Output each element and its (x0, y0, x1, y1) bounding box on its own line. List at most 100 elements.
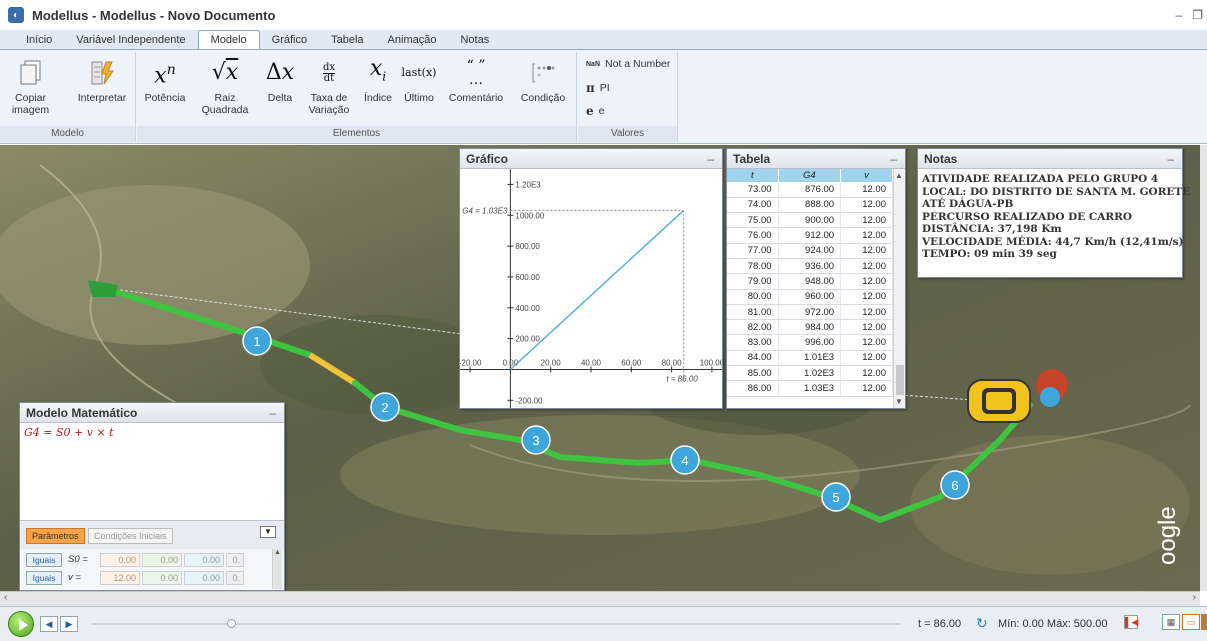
table-row[interactable]: 78.00 936.00 12.00 (727, 258, 893, 275)
tab-notas[interactable]: Notas (448, 31, 501, 49)
tab-modelo[interactable]: Modelo (197, 30, 260, 49)
route-marker-2: 2 (370, 392, 400, 422)
table-row[interactable]: 82.00 984.00 12.00 (727, 319, 893, 336)
minimize-icon[interactable]: – (707, 149, 714, 169)
tab-tabela[interactable]: Tabela (319, 31, 375, 49)
condition-button[interactable]: Condição (515, 54, 571, 104)
group-label-elementos: Elementos (137, 126, 576, 142)
dropdown-icon[interactable]: ▼ (260, 526, 276, 538)
time-readout: t = 86.00 (918, 618, 962, 630)
parameter-value-field[interactable]: 0. (226, 571, 244, 585)
table-cell: 84.00 (727, 350, 779, 367)
equal-button[interactable]: Iguais (26, 571, 62, 585)
scroll-up-icon[interactable]: ▲ (895, 171, 903, 180)
parameter-value-field[interactable]: 0.00 (100, 553, 140, 567)
panel-icon[interactable] (1201, 614, 1207, 630)
parameter-value-field[interactable]: 12.00 (100, 571, 140, 585)
tab-animacao[interactable]: Animação (376, 31, 449, 49)
refresh-icon[interactable]: ↻ (976, 615, 988, 632)
workspace-vertical-scrollbar[interactable] (1200, 145, 1207, 591)
index-button[interactable]: xi Índice (359, 54, 397, 104)
index-icon: xi (369, 56, 387, 84)
tab-inicio[interactable]: Início (14, 31, 64, 49)
layout-icon[interactable]: ▦ (1162, 614, 1180, 630)
table-row[interactable]: 79.00 948.00 12.00 (727, 273, 893, 290)
x-tick-label: -20.00 (460, 358, 482, 367)
minimize-icon[interactable]: – (1176, 8, 1183, 22)
table-row[interactable]: 80.00 960.00 12.00 (727, 289, 893, 305)
svg-text:6: 6 (951, 478, 958, 493)
interpret-button[interactable]: Interpretar (75, 54, 129, 104)
power-button[interactable]: xn Potência (143, 54, 187, 104)
step-back-button[interactable]: ◀ (40, 616, 58, 632)
notes-text[interactable]: ATIVIDADE REALIZADA PELO GRUPO 4 LOCAL: … (918, 169, 1190, 265)
table-cell: 912.00 (778, 227, 842, 244)
not-a-number-button[interactable]: NaN Not a Number (586, 58, 670, 70)
table-row[interactable]: 81.00 972.00 12.00 (727, 304, 893, 321)
square-root-button[interactable]: √ x Raiz Quadrada (197, 54, 253, 117)
tab-parametros[interactable]: Parâmetros (26, 528, 85, 544)
table-row[interactable]: 75.00 900.00 12.00 (727, 212, 893, 229)
minimize-icon[interactable]: – (1167, 149, 1174, 169)
minimize-icon[interactable]: – (269, 403, 276, 423)
e-button[interactable]: e e (586, 104, 604, 118)
window-icon[interactable]: ▭ (1182, 614, 1200, 630)
parameter-rows: Iguais S0 = 0.00 0.00 0.00 0. Iguais v = 12.00 0.… (20, 549, 284, 589)
app-icon: ◐ (8, 7, 24, 23)
last-button[interactable]: last(x) Último (399, 54, 439, 105)
workspace-horizontal-scrollbar[interactable]: ‹ › (0, 591, 1200, 606)
minimize-icon[interactable]: – (890, 149, 897, 169)
table-cell: 1.03E3 (778, 380, 842, 397)
modelo-header[interactable]: Modelo Matemático – (20, 403, 284, 423)
graph-canvas[interactable]: -20.00 0.00 20.00 40.00 60.00 80.00 100.00 -200… (459, 169, 725, 408)
workspace: 1 2 3 4 5 6 oogle Gráfico – -20.00 0.00 20.… (0, 145, 1200, 591)
pi-button[interactable]: π PI (586, 81, 610, 95)
table-row[interactable]: 86.00 1.03E3 12.00 (727, 380, 893, 397)
table-row[interactable]: 76.00 912.00 12.00 (727, 227, 893, 244)
time-slider-thumb[interactable] (226, 619, 236, 628)
table-row[interactable]: 73.00 876.00 12.00 (727, 182, 893, 198)
table-cell: 82.00 (727, 319, 779, 336)
table-cell: 73.00 (727, 182, 779, 198)
reset-icon[interactable]: ▌◀ (1124, 615, 1138, 629)
table-cell: 876.00 (778, 182, 842, 198)
table-row[interactable]: 84.00 1.01E3 12.00 (727, 350, 893, 367)
tabela-header[interactable]: Tabela – (727, 149, 905, 169)
parameter-value-field[interactable]: 0.00 (142, 571, 182, 585)
rate-of-change-button[interactable]: dx dt Taxa de Variação (303, 54, 355, 116)
x-tick-label: 20.00 (541, 358, 562, 367)
restore-icon[interactable]: ❐ (1192, 8, 1203, 22)
table-scroll-thumb[interactable] (896, 365, 904, 395)
notas-header[interactable]: Notas – (918, 149, 1182, 169)
equation-editor[interactable]: G4 = S0 + v × t (20, 423, 284, 521)
scroll-left-icon[interactable]: ‹ (4, 592, 7, 603)
play-button[interactable] (8, 611, 34, 637)
tab-grafico[interactable]: Gráfico (260, 31, 319, 49)
step-forward-button[interactable]: ▶ (60, 616, 78, 632)
y-tick-label: 800.00 (515, 242, 540, 251)
table-row[interactable]: 77.00 924.00 12.00 (727, 243, 893, 259)
parameter-value-field[interactable]: 0.00 (142, 553, 182, 567)
tab-variavel-independente[interactable]: Variável Independente (64, 31, 197, 49)
equal-button[interactable]: Iguais (26, 553, 62, 567)
parameter-value-field[interactable]: 0.00 (184, 571, 224, 585)
parameter-value-field[interactable]: 0.00 (184, 553, 224, 567)
x-tick-label: 60.00 (621, 358, 642, 367)
tab-condicoes-iniciais[interactable]: Condições Iniciais (88, 528, 173, 544)
table-row[interactable]: 74.00 888.00 12.00 (727, 197, 893, 214)
table-row[interactable]: 85.00 1.02E3 12.00 (727, 365, 893, 382)
grafico-header[interactable]: Gráfico – (460, 149, 722, 169)
google-watermark: oogle (1154, 506, 1181, 565)
y-tick-label: 1.20E3 (515, 180, 541, 189)
scroll-down-icon[interactable]: ▼ (895, 397, 903, 406)
parameter-value-field[interactable]: 0. (226, 553, 244, 567)
copy-image-button[interactable]: Copiar imagem (8, 54, 53, 116)
table-row[interactable]: 83.00 996.00 12.00 (727, 334, 893, 351)
table-scrollbar[interactable]: ▲ ▼ (893, 169, 905, 408)
delta-button[interactable]: Δx Delta (261, 54, 299, 105)
comment-button[interactable]: “ ”… Comentário (441, 54, 511, 104)
time-slider-track[interactable] (92, 623, 900, 625)
scroll-right-icon[interactable]: › (1193, 592, 1196, 603)
parameter-scrollbar[interactable]: ▲ (272, 549, 282, 589)
delta-icon: Δx (265, 60, 295, 85)
